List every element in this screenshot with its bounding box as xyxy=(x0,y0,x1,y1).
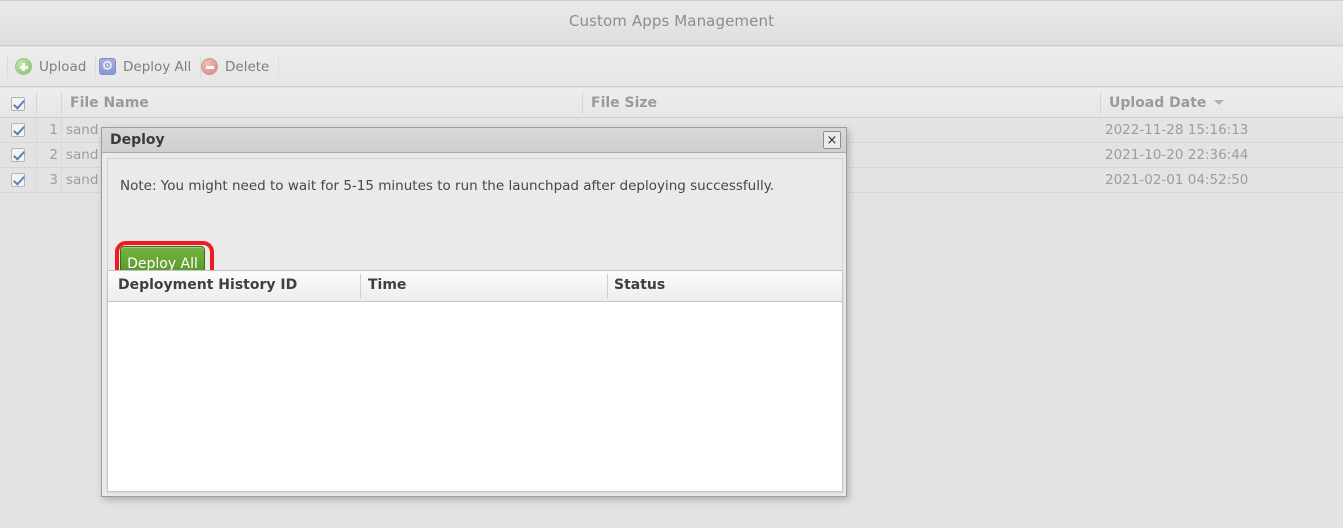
title-bar-top-line xyxy=(0,0,1343,1)
deployment-history-body xyxy=(108,302,842,491)
column-header-time[interactable]: Time xyxy=(368,277,406,293)
upload-button[interactable]: Upload xyxy=(6,51,97,82)
deploy-all-toolbar-button[interactable]: ⚙ Deploy All xyxy=(90,51,202,82)
dialog-title-bar: Deploy × xyxy=(102,128,846,153)
deployment-history-header: Deployment History ID Time Status xyxy=(108,271,842,302)
deployment-history-grid: Deployment History ID Time Status xyxy=(107,270,843,492)
cell-file-name: sand xyxy=(66,122,99,138)
row-checkbox[interactable] xyxy=(11,173,25,191)
divider xyxy=(607,274,608,299)
divider xyxy=(36,92,37,114)
divider xyxy=(36,118,37,142)
divider xyxy=(61,118,62,142)
files-grid-header: File Name File Size Upload Date xyxy=(0,88,1343,118)
select-all-checkbox[interactable] xyxy=(11,96,25,115)
divider xyxy=(360,274,361,299)
row-checkbox[interactable] xyxy=(11,148,25,166)
column-header-file-size-label: File Size xyxy=(591,94,658,111)
column-header-status[interactable]: Status xyxy=(614,277,665,293)
close-icon[interactable]: × xyxy=(823,131,841,149)
gear-icon: ⚙ xyxy=(99,58,116,75)
cell-file-name: sand xyxy=(66,147,99,163)
deploy-all-toolbar-label: Deploy All xyxy=(123,58,192,75)
column-header-upload-date-label: Upload Date xyxy=(1109,94,1207,111)
checkbox-box xyxy=(11,97,25,111)
checkbox-box xyxy=(11,173,25,187)
cell-upload-date: 2021-02-01 04:52:50 xyxy=(1105,172,1249,188)
column-header-deployment-history-id[interactable]: Deployment History ID xyxy=(118,277,297,293)
column-header-file-size[interactable]: File Size xyxy=(582,88,1100,117)
upload-button-label: Upload xyxy=(39,58,87,75)
divider xyxy=(7,55,8,78)
divider xyxy=(278,55,280,78)
checkbox-box xyxy=(11,148,25,162)
dialog-title: Deploy xyxy=(110,132,165,148)
column-header-file-name-label: File Name xyxy=(70,94,149,111)
cell-upload-date: 2022-11-28 15:16:13 xyxy=(1105,122,1249,138)
app-window: Custom Apps Management Upload ⚙ Deploy A… xyxy=(0,0,1343,528)
row-number: 2 xyxy=(49,147,58,163)
cell-file-name: sand xyxy=(66,172,99,188)
delete-button-label: Delete xyxy=(225,58,270,75)
toolbar: Upload ⚙ Deploy All Delete xyxy=(0,47,1343,87)
divider xyxy=(36,168,37,192)
minus-circle-icon xyxy=(201,58,218,75)
sort-descending-icon xyxy=(1214,100,1225,105)
row-checkbox[interactable] xyxy=(11,123,25,141)
deploy-note: Note: You might need to wait for 5-15 mi… xyxy=(120,178,775,194)
row-number: 1 xyxy=(49,122,58,138)
window-title-bar: Custom Apps Management xyxy=(0,0,1343,46)
row-number: 3 xyxy=(49,172,58,188)
delete-button[interactable]: Delete xyxy=(192,51,280,82)
divider xyxy=(36,143,37,167)
plus-circle-icon xyxy=(15,58,32,75)
divider xyxy=(61,143,62,167)
page-title: Custom Apps Management xyxy=(568,12,775,30)
cell-upload-date: 2021-10-20 22:36:44 xyxy=(1105,147,1249,163)
column-header-upload-date[interactable]: Upload Date xyxy=(1100,88,1343,117)
checkbox-box xyxy=(11,123,25,137)
divider xyxy=(61,168,62,192)
deploy-dialog: Deploy × Note: You might need to wait fo… xyxy=(101,127,847,497)
column-header-file-name[interactable]: File Name xyxy=(61,88,582,117)
